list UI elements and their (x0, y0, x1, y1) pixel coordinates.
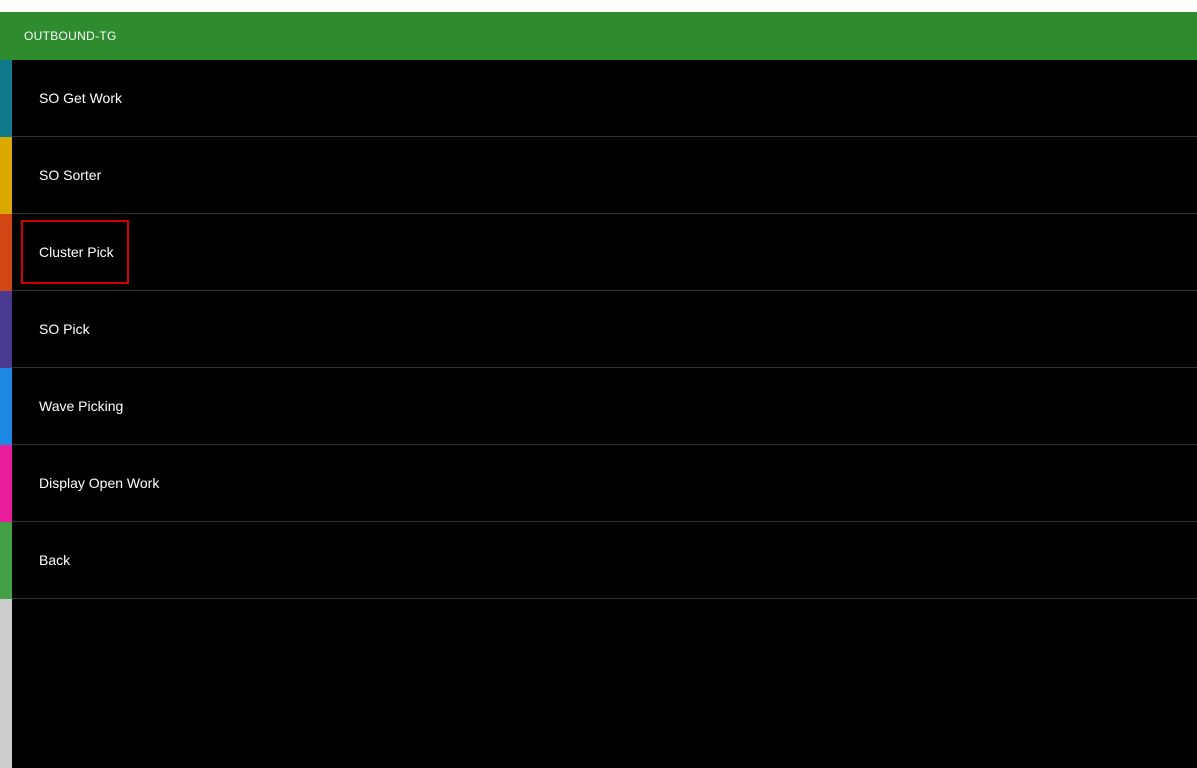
menu-item-so-pick[interactable]: SO Pick (12, 291, 1197, 368)
color-sidebar (0, 12, 12, 768)
menu-item-wave-picking[interactable]: Wave Picking (12, 368, 1197, 445)
sidebar-color-pink (0, 445, 12, 522)
header-bar: OUTBOUND-TG (12, 12, 1197, 60)
menu-item-so-sorter[interactable]: SO Sorter (12, 137, 1197, 214)
menu-item-so-get-work[interactable]: SO Get Work (12, 60, 1197, 137)
menu-item-label: SO Get Work (39, 90, 122, 106)
menu-item-label: Wave Picking (39, 398, 123, 414)
sidebar-color-yellow (0, 137, 12, 214)
sidebar-color-teal (0, 60, 12, 137)
sidebar-color-blue (0, 368, 12, 445)
sidebar-color-red (0, 214, 12, 291)
menu-item-label: Cluster Pick (39, 244, 114, 260)
sidebar-color-purple (0, 291, 12, 368)
menu-item-back[interactable]: Back (12, 522, 1197, 599)
sidebar-color-green2 (0, 522, 12, 599)
menu-list: SO Get Work SO Sorter Cluster Pick SO Pi… (12, 60, 1197, 768)
menu-item-label: SO Sorter (39, 167, 101, 183)
menu-item-display-open-work[interactable]: Display Open Work (12, 445, 1197, 522)
main-panel: OUTBOUND-TG SO Get Work SO Sorter Cluste… (12, 12, 1197, 768)
menu-item-cluster-pick[interactable]: Cluster Pick (12, 214, 1197, 291)
header-title: OUTBOUND-TG (24, 29, 117, 43)
sidebar-color-green (0, 12, 12, 60)
menu-item-label: SO Pick (39, 321, 90, 337)
menu-item-label: Back (39, 552, 70, 568)
menu-item-label: Display Open Work (39, 475, 159, 491)
sidebar-color-gray (0, 599, 12, 768)
top-whitespace (0, 0, 1197, 12)
